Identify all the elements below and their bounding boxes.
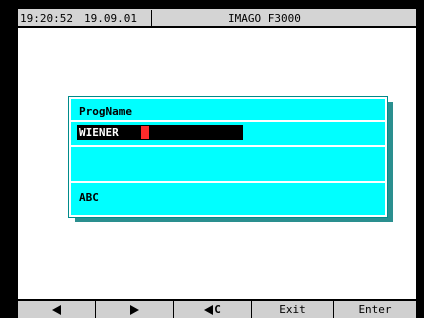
enter-label: Enter bbox=[358, 303, 392, 316]
dialog-title: ProgName bbox=[79, 105, 132, 118]
input-value: WIENER bbox=[79, 126, 119, 139]
text-cursor bbox=[141, 126, 149, 139]
status-time: 19:20:52 bbox=[20, 12, 73, 25]
exit-label: Exit bbox=[279, 303, 306, 316]
enter-button[interactable]: Enter bbox=[334, 301, 416, 318]
progname-dialog: ProgName WIENER ABC bbox=[68, 96, 388, 218]
device-screen: 19:20:52 19.09.01 IMAGO F3000 ProgName W… bbox=[18, 9, 416, 318]
input-mode-label: ABC bbox=[79, 191, 99, 204]
status-separator bbox=[151, 10, 152, 26]
exit-button[interactable]: Exit bbox=[252, 301, 334, 318]
status-bar: 19:20:52 19.09.01 IMAGO F3000 bbox=[18, 9, 416, 28]
cursor-left-button[interactable] bbox=[18, 301, 96, 318]
backspace-button[interactable]: C bbox=[174, 301, 252, 318]
arrow-right-icon bbox=[130, 304, 139, 315]
backspace-label: C bbox=[214, 303, 221, 316]
arrow-left-icon bbox=[52, 304, 61, 315]
cursor-right-button[interactable] bbox=[96, 301, 174, 318]
divider bbox=[71, 181, 385, 183]
divider bbox=[71, 120, 385, 122]
backspace-left-icon bbox=[204, 304, 214, 315]
device-title: IMAGO F3000 bbox=[228, 12, 301, 25]
status-date: 19.09.01 bbox=[84, 12, 137, 25]
function-key-bar: C Exit Enter bbox=[18, 299, 416, 318]
progname-input[interactable]: WIENER bbox=[77, 125, 243, 140]
divider bbox=[71, 145, 385, 147]
